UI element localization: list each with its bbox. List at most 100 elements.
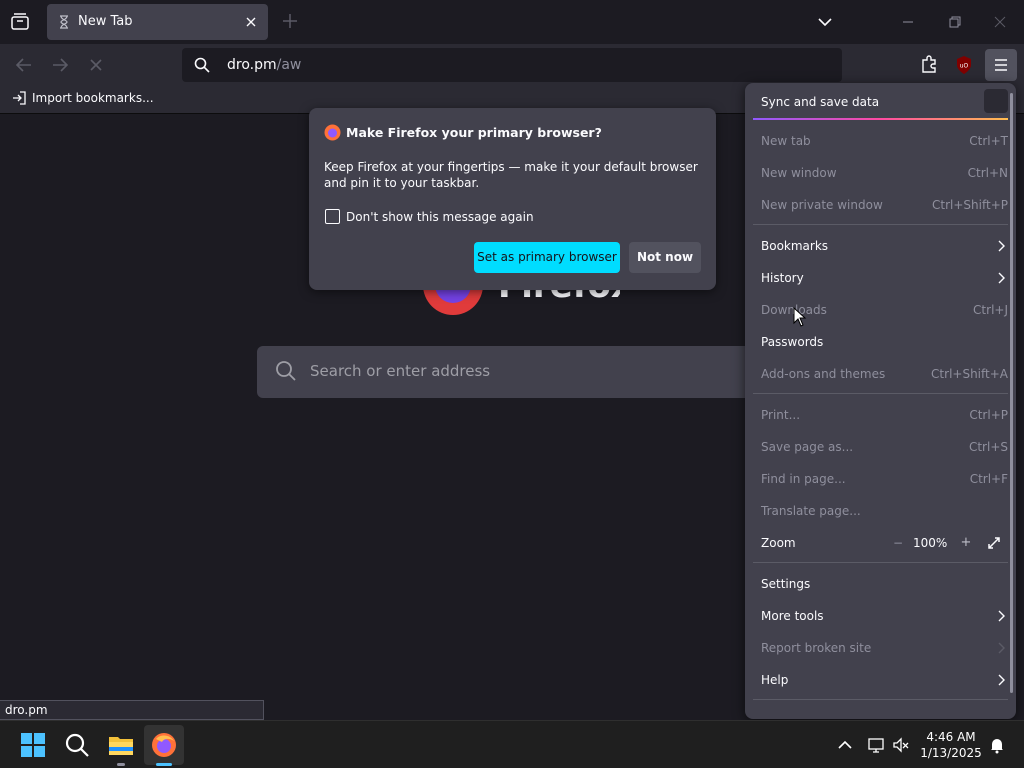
network-icon[interactable]: [867, 736, 885, 754]
address-bar[interactable]: dro.pm/aw: [182, 48, 842, 82]
search-placeholder: Search or enter address: [310, 362, 491, 380]
default-browser-dialog: Make Firefox your primary browser? Keep …: [309, 108, 716, 290]
menu-separator: [753, 224, 1008, 225]
search-icon: [276, 361, 296, 381]
menu-item-new-private-window[interactable]: New private window Ctrl+Shift+P: [753, 191, 1008, 219]
menu-item-translate-page[interactable]: Translate page...: [753, 497, 1008, 525]
open-application-menu-button[interactable]: [985, 49, 1017, 81]
active-indicator: [156, 763, 172, 766]
menu-item-print[interactable]: Print... Ctrl+P: [753, 401, 1008, 429]
ublock-origin-icon[interactable]: uO: [951, 52, 977, 78]
windows-start-icon[interactable]: [19, 731, 47, 759]
menu-item-label: Help: [761, 673, 789, 687]
menu-item-passwords[interactable]: Passwords: [753, 328, 1008, 356]
tab-strip: New Tab: [0, 0, 1024, 44]
menu-item-shortcut: Ctrl+Shift+A: [931, 367, 1008, 381]
chevron-right-icon: [998, 240, 1005, 252]
fullscreen-icon[interactable]: [986, 535, 1002, 551]
menu-item-label: Passwords: [761, 335, 824, 349]
menu-item-help[interactable]: Help: [753, 666, 1008, 694]
forward-arrow-icon[interactable]: [49, 54, 71, 76]
menu-item-report-broken-site[interactable]: Report broken site: [753, 634, 1008, 662]
menu-scrollbar[interactable]: [1010, 93, 1013, 693]
zoom-in-button[interactable]: +: [959, 536, 973, 550]
tab-list-button[interactable]: [8, 10, 32, 34]
dialog-title: Make Firefox your primary browser?: [324, 124, 602, 141]
back-arrow-icon[interactable]: [13, 54, 35, 76]
dialog-body: Keep Firefox at your fingertips — make i…: [324, 160, 698, 190]
menu-item-shortcut: Ctrl+J: [973, 303, 1008, 317]
menu-item-label: History: [761, 271, 804, 285]
running-indicator: [117, 763, 125, 766]
navigation-toolbar: dro.pm/aw uO: [0, 44, 1024, 86]
notification-bell-icon[interactable]: [988, 736, 1006, 754]
menu-item-settings[interactable]: Settings: [753, 570, 1008, 598]
sync-label: Sync and save data: [761, 95, 880, 109]
chevron-right-icon: [998, 642, 1005, 654]
menu-item-new-window[interactable]: New window Ctrl+N: [753, 159, 1008, 187]
chevron-right-icon: [998, 610, 1005, 622]
import-bookmarks-button[interactable]: Import bookmarks...: [12, 91, 154, 105]
dialog-title-text: Make Firefox your primary browser?: [346, 125, 602, 140]
system-clock[interactable]: 4:46 AM 1/13/2025: [916, 729, 986, 761]
stop-loading-icon[interactable]: [85, 54, 107, 76]
zoom-out-button[interactable]: −: [891, 536, 905, 550]
menu-item-label: New tab: [761, 134, 811, 148]
new-tab-plus-icon[interactable]: [281, 12, 299, 30]
menu-item-zoom: Zoom − 100% +: [753, 529, 1008, 557]
newtab-search-box[interactable]: Search or enter address: [257, 346, 777, 398]
menu-item-label: New private window: [761, 198, 883, 212]
sync-gradient-divider: [753, 118, 1008, 120]
chevron-right-icon: [998, 674, 1005, 686]
not-now-button[interactable]: Not now: [629, 242, 701, 273]
search-icon: [194, 57, 210, 73]
search-icon[interactable]: [63, 731, 91, 759]
hamburger-menu-icon: [995, 59, 1007, 71]
hourglass-icon: [60, 15, 68, 29]
extensions-puzzle-icon[interactable]: [916, 52, 942, 78]
menu-item-new-tab[interactable]: New tab Ctrl+T: [753, 127, 1008, 155]
url-text[interactable]: dro.pm/aw: [227, 57, 301, 73]
chevron-up-icon[interactable]: [836, 736, 854, 754]
menu-item-bookmarks[interactable]: Bookmarks: [753, 232, 1008, 260]
svg-text:uO: uO: [960, 63, 969, 70]
menu-item-shortcut: Ctrl+T: [969, 134, 1008, 148]
menu-item-save-page-as[interactable]: Save page as... Ctrl+S: [753, 433, 1008, 461]
import-icon: [13, 91, 26, 105]
close-window-icon[interactable]: [990, 12, 1010, 32]
menu-item-label: Bookmarks: [761, 239, 829, 253]
menu-item-history[interactable]: History: [753, 264, 1008, 292]
tab-title: New Tab: [78, 14, 133, 29]
menu-item-find-in-page[interactable]: Find in page... Ctrl+F: [753, 465, 1008, 493]
chevron-down-icon[interactable]: [816, 13, 834, 31]
menu-item-label: Save page as...: [761, 440, 854, 454]
menu-item-shortcut: Ctrl+P: [969, 408, 1008, 422]
zoom-level-button[interactable]: 100%: [913, 536, 947, 550]
menu-item-addons-and-themes[interactable]: Add-ons and themes Ctrl+Shift+A: [753, 360, 1008, 388]
minimize-icon[interactable]: [898, 12, 918, 32]
windows-taskbar: 4:46 AM 1/13/2025: [0, 720, 1024, 768]
import-bookmarks-label: Import bookmarks...: [32, 91, 154, 105]
menu-item-shortcut: Ctrl+Shift+P: [932, 198, 1008, 212]
menu-item-label: Print...: [761, 408, 801, 422]
application-menu-panel: Sync and save data New tab Ctrl+T New wi…: [745, 83, 1016, 719]
firefox-icon: [324, 124, 341, 141]
mouse-pointer-icon: [793, 307, 807, 327]
file-explorer-icon[interactable]: [107, 731, 135, 759]
menu-item-label: Settings: [761, 577, 811, 591]
account-avatar[interactable]: [984, 89, 1008, 113]
menu-item-more-tools[interactable]: More tools: [753, 602, 1008, 630]
close-icon[interactable]: [244, 15, 258, 29]
menu-item-shortcut: Ctrl+S: [968, 440, 1008, 454]
sync-and-save-data-button[interactable]: Sync and save data: [753, 87, 1008, 117]
volume-muted-icon[interactable]: [892, 736, 910, 754]
restore-icon[interactable]: [945, 12, 965, 32]
clock-time: 4:46 AM: [926, 730, 976, 744]
menu-item-downloads[interactable]: Downloads Ctrl+J: [753, 296, 1008, 324]
firefox-icon[interactable]: [150, 731, 178, 759]
dont-show-again-label[interactable]: Don't show this message again: [346, 210, 534, 224]
tab-new-tab[interactable]: New Tab: [47, 4, 268, 40]
dont-show-again-checkbox[interactable]: [325, 209, 340, 224]
set-primary-browser-button[interactable]: Set as primary browser: [474, 242, 620, 273]
menu-item-shortcut: Ctrl+N: [967, 166, 1008, 180]
